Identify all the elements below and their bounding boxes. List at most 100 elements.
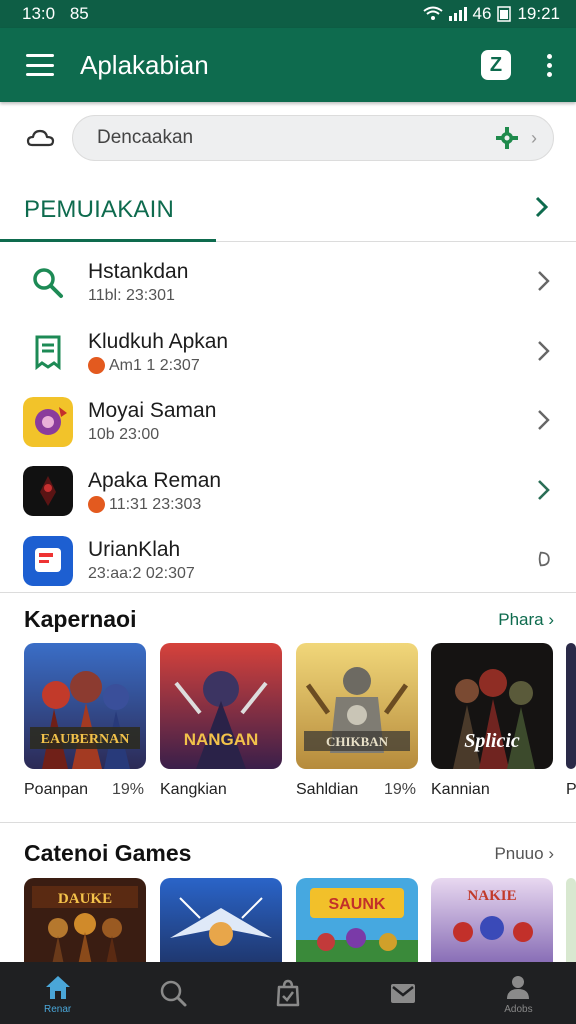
- badge-icon: [88, 357, 105, 375]
- svg-text:EAUBERNAN: EAUBERNAN: [41, 732, 130, 747]
- z-action-button[interactable]: Z: [481, 50, 511, 80]
- divider: [0, 822, 576, 823]
- list-item[interactable]: UrianKlah 23:aa:2 02:307: [0, 526, 576, 596]
- games-carousel: EAUBERNAN Poanpan 19% NANGAN Kangkian CHI…: [0, 643, 576, 811]
- game-thumbnail: CHIKBAN: [296, 643, 418, 769]
- list-item-title: Kludkuh Apkan: [88, 329, 229, 353]
- settings-icon[interactable]: [495, 126, 519, 150]
- chevron-right-icon[interactable]: [536, 268, 552, 294]
- game-name: Poanpan: [24, 781, 89, 798]
- svg-text:NAKIE: NAKIE: [467, 888, 516, 904]
- list-item[interactable]: Moyai Saman 10b 23:00: [0, 387, 576, 457]
- list-item-title: Moyai Saman: [88, 399, 217, 423]
- nav-search[interactable]: [115, 962, 230, 1024]
- app-title: Aplakabian: [80, 49, 209, 80]
- game-rating: 19%: [111, 781, 144, 798]
- game-rating: 19%: [383, 781, 416, 798]
- receipt-icon: [22, 326, 74, 378]
- app-icon-yellow: [22, 396, 74, 448]
- bottom-nav: Renar Adobs: [0, 962, 576, 1024]
- chevron-right-icon[interactable]: [536, 477, 552, 503]
- nav-profile[interactable]: Adobs: [461, 962, 576, 1024]
- see-more-link[interactable]: Phara ›: [498, 610, 554, 630]
- svg-text:DAUKE: DAUKE: [58, 891, 112, 907]
- nav-label: Adobs: [504, 1003, 533, 1015]
- status-battery-time: 19:21: [517, 4, 560, 23]
- chevron-right-icon[interactable]: [536, 407, 552, 433]
- game-thumbnail: NANGAN: [160, 643, 282, 769]
- status-right: 46 19:21: [422, 4, 560, 24]
- app-icon-dark: [22, 465, 74, 517]
- list-item-subtitle: Am1 1 2:307: [88, 357, 576, 375]
- search-chevron-icon[interactable]: ›: [531, 128, 537, 149]
- status-extra: 85: [69, 4, 89, 23]
- game-card[interactable]: SAUNK: [296, 878, 418, 962]
- see-more-link[interactable]: Pnuuo ›: [494, 844, 554, 864]
- list-item-subtitle: 10b 23:00: [88, 426, 160, 444]
- chevron-right-icon[interactable]: [530, 192, 554, 222]
- game-card[interactable]: CHIKBAN Sahldian 19%: [296, 643, 418, 799]
- game-thumbnail: NAKIE: [431, 878, 553, 962]
- section-title: PEMUIAKAIN: [24, 196, 175, 223]
- wifi-icon: [422, 6, 443, 20]
- carousel-header: Kapernaoi Phara ›: [24, 606, 554, 633]
- list-item-subtitle: 11bl: 23:301: [88, 287, 175, 305]
- nav-bag[interactable]: [230, 962, 345, 1024]
- games-carousel: DAUKE SAUNK NAKIE: [0, 878, 576, 962]
- app-bar: Aplakabian Z: [0, 28, 576, 102]
- svg-text:NANGAN: NANGAN: [184, 730, 259, 749]
- search-input[interactable]: [97, 127, 495, 149]
- search-box[interactable]: ›: [72, 115, 554, 161]
- search-icon: [22, 257, 74, 309]
- game-thumbnail: SAUNK: [296, 878, 418, 962]
- game-thumbnail: Splicic: [431, 643, 553, 769]
- list-item-title: Apaka Reman: [88, 468, 222, 492]
- check-bag-icon: [276, 979, 300, 1007]
- game-card[interactable]: DAUKE: [24, 878, 146, 962]
- more-options-icon[interactable]: [541, 53, 558, 77]
- search-row: ›: [0, 114, 576, 162]
- game-name: P: [566, 781, 576, 798]
- svg-text:Splicic: Splicic: [464, 730, 520, 752]
- list-item-title: Hstankdan: [88, 260, 189, 284]
- chevron-right-icon[interactable]: [536, 338, 552, 364]
- list-item-subtitle: 23:aa:2 02:307: [88, 565, 195, 583]
- mail-icon: [391, 984, 416, 1003]
- game-card[interactable]: EAUBERNAN Poanpan 19%: [24, 643, 146, 799]
- game-thumbnail: DAUKE: [24, 878, 146, 962]
- list-item[interactable]: Kludkuh Apkan Am1 1 2:307: [0, 318, 576, 388]
- game-card[interactable]: NAKIE: [431, 878, 553, 962]
- signal-text: 46: [472, 4, 492, 23]
- list-item-subtitle: 11:31 23:303: [88, 496, 576, 514]
- status-time: 13:0: [22, 4, 56, 23]
- nav-home[interactable]: Renar: [0, 962, 115, 1024]
- nav-label: Renar: [43, 1003, 72, 1015]
- game-name: Kangkian: [160, 781, 227, 798]
- game-card[interactable]: [160, 878, 282, 962]
- signal-icon: [448, 7, 467, 21]
- carousel-title: Catenoi Games: [24, 840, 192, 866]
- list-item[interactable]: Hstankdan 11bl: 23:301: [0, 248, 576, 318]
- game-card[interactable]: Splicic Kannian: [431, 643, 553, 799]
- divider: [0, 592, 576, 593]
- status-left: 13:0 85: [22, 4, 89, 24]
- nav-inbox[interactable]: [346, 962, 461, 1024]
- game-thumbnail: EAUBERNAN: [24, 643, 146, 769]
- section-header[interactable]: PEMUIAKAIN: [0, 180, 576, 242]
- list-item[interactable]: Apaka Reman 11:31 23:303: [0, 457, 576, 527]
- game-thumbnail: [160, 878, 282, 962]
- home-icon: [45, 975, 70, 999]
- game-card[interactable]: P: [566, 643, 576, 799]
- loading-icon[interactable]: [536, 546, 552, 572]
- game-thumbnail: [566, 878, 576, 962]
- menu-icon[interactable]: [26, 54, 54, 76]
- tab-indicator: [0, 239, 216, 242]
- status-bar: 13:0 85 46 19:21: [0, 0, 576, 28]
- carousel-header: Catenoi Games Pnuuo ›: [24, 840, 554, 867]
- cloud-icon[interactable]: [26, 123, 56, 153]
- game-card[interactable]: [566, 878, 576, 962]
- badge-icon: [88, 496, 105, 514]
- game-card[interactable]: NANGAN Kangkian: [160, 643, 282, 799]
- battery-icon: [497, 6, 512, 22]
- svg-text:CHIKBAN: CHIKBAN: [326, 734, 389, 749]
